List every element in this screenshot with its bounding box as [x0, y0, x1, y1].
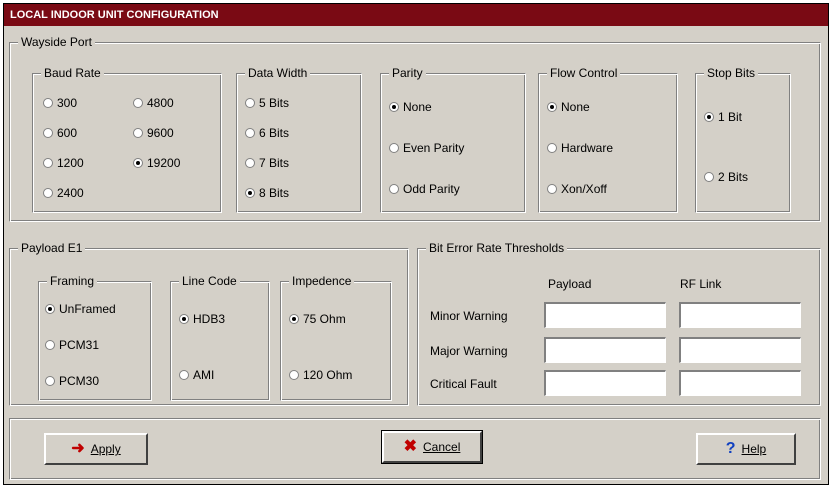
stop-bits-title: Stop Bits — [704, 66, 759, 80]
framing-radio-unframed[interactable]: UnFramed — [45, 302, 116, 316]
framing-radio-pcm31[interactable]: PCM31 — [45, 338, 99, 352]
ber-col-rflink: RF Link — [680, 277, 722, 291]
radio-circle — [245, 158, 255, 168]
payload-e1-group: Payload E1 Framing UnFramed PCM31 PCM30 … — [9, 241, 409, 406]
data-width-radio-8[interactable]: 8 Bits — [245, 186, 289, 200]
radio-circle — [43, 128, 53, 138]
impedance-title: Impedence — [289, 274, 355, 288]
parity-radio-even[interactable]: Even Parity — [389, 141, 464, 155]
radio-circle — [547, 143, 557, 153]
radio-circle — [133, 98, 143, 108]
ber-thresholds-title: Bit Error Rate Thresholds — [426, 241, 568, 255]
payload-e1-title: Payload E1 — [18, 241, 86, 255]
radio-circle-selected — [45, 304, 55, 314]
line-code-group: Line Code HDB3 AMI — [170, 274, 270, 401]
x-icon: ✖ — [403, 438, 418, 455]
flow-control-title: Flow Control — [547, 66, 621, 80]
radio-circle — [43, 98, 53, 108]
apply-arrow-icon: ➜ — [71, 440, 85, 457]
critical-fault-rflink-input[interactable] — [679, 370, 801, 396]
apply-label: Apply — [90, 442, 121, 456]
line-code-title: Line Code — [179, 274, 240, 288]
minor-warning-rflink-input[interactable] — [679, 302, 801, 328]
baud-radio-2400[interactable]: 2400 — [43, 186, 84, 200]
ber-row-label: Minor Warning — [430, 309, 508, 323]
baud-radio-19200[interactable]: 19200 — [133, 156, 180, 170]
cancel-label: Cancel — [423, 440, 461, 454]
baud-radio-600[interactable]: 600 — [43, 126, 77, 140]
critical-fault-payload-input[interactable] — [544, 370, 666, 396]
flow-radio-none[interactable]: None — [547, 100, 590, 114]
radio-circle-selected — [179, 314, 189, 324]
parity-title: Parity — [389, 66, 426, 80]
impedance-group: Impedence 75 Ohm 120 Ohm — [280, 274, 392, 401]
impedance-radio-120[interactable]: 120 Ohm — [289, 368, 352, 382]
baud-rate-group: Baud Rate 300 4800 600 9600 1200 19200 2… — [32, 66, 222, 213]
radio-circle — [547, 184, 557, 194]
data-width-title: Data Width — [245, 66, 311, 80]
radio-circle — [245, 98, 255, 108]
parity-radio-none[interactable]: None — [389, 100, 432, 114]
baud-rate-title: Baud Rate — [41, 66, 104, 80]
radio-circle — [289, 370, 299, 380]
ber-thresholds-group: Bit Error Rate Thresholds Payload RF Lin… — [417, 241, 821, 406]
config-window: LOCAL INDOOR UNIT CONFIGURATION Wayside … — [3, 3, 829, 485]
line-code-radio-ami[interactable]: AMI — [179, 368, 214, 382]
question-icon: ? — [725, 440, 736, 457]
data-width-radio-5[interactable]: 5 Bits — [245, 96, 289, 110]
help-button[interactable]: ? Help — [696, 433, 796, 465]
radio-circle-selected — [133, 158, 143, 168]
framing-title: Framing — [47, 274, 98, 288]
button-bar: ➜ Apply ✖ Cancel ? Help — [9, 418, 821, 480]
apply-button[interactable]: ➜ Apply — [44, 433, 148, 465]
major-warning-rflink-input[interactable] — [679, 337, 801, 363]
help-label: Help — [741, 442, 767, 456]
wayside-port-title: Wayside Port — [18, 35, 95, 49]
flow-radio-xonxoff[interactable]: Xon/Xoff — [547, 182, 607, 196]
radio-circle-selected — [289, 314, 299, 324]
framing-group: Framing UnFramed PCM31 PCM30 — [38, 274, 152, 401]
baud-radio-300[interactable]: 300 — [43, 96, 77, 110]
ber-col-payload: Payload — [548, 277, 592, 291]
cancel-button[interactable]: ✖ Cancel — [381, 430, 483, 464]
radio-circle-selected — [547, 102, 557, 112]
stop-bits-group: Stop Bits 1 Bit 2 Bits — [695, 66, 791, 213]
radio-circle — [389, 143, 399, 153]
radio-circle — [179, 370, 189, 380]
stop-bits-radio-1[interactable]: 1 Bit — [704, 110, 742, 124]
ber-row-label: Critical Fault — [430, 377, 497, 391]
major-warning-payload-input[interactable] — [544, 337, 666, 363]
flow-radio-hardware[interactable]: Hardware — [547, 141, 613, 155]
radio-circle — [45, 376, 55, 386]
impedance-radio-75[interactable]: 75 Ohm — [289, 312, 346, 326]
framing-radio-pcm30[interactable]: PCM30 — [45, 374, 99, 388]
radio-circle-selected — [245, 188, 255, 198]
radio-circle — [704, 172, 714, 182]
radio-circle-selected — [389, 102, 399, 112]
data-width-radio-7[interactable]: 7 Bits — [245, 156, 289, 170]
title-bar: LOCAL INDOOR UNIT CONFIGURATION — [4, 4, 828, 26]
radio-circle — [43, 158, 53, 168]
radio-circle — [45, 340, 55, 350]
radio-circle-selected — [704, 112, 714, 122]
radio-circle — [245, 128, 255, 138]
flow-control-group: Flow Control None Hardware Xon/Xoff — [538, 66, 678, 213]
baud-radio-9600[interactable]: 9600 — [133, 126, 174, 140]
radio-circle — [389, 184, 399, 194]
parity-group: Parity None Even Parity Odd Parity — [380, 66, 526, 213]
baud-radio-1200[interactable]: 1200 — [43, 156, 84, 170]
ber-row-label: Major Warning — [430, 344, 508, 358]
data-width-radio-6[interactable]: 6 Bits — [245, 126, 289, 140]
parity-radio-odd[interactable]: Odd Parity — [389, 182, 460, 196]
radio-circle — [133, 128, 143, 138]
radio-circle — [43, 188, 53, 198]
wayside-port-group: Wayside Port Baud Rate 300 4800 600 9600… — [9, 35, 821, 222]
line-code-radio-hdb3[interactable]: HDB3 — [179, 312, 225, 326]
baud-radio-4800[interactable]: 4800 — [133, 96, 174, 110]
stop-bits-radio-2[interactable]: 2 Bits — [704, 170, 748, 184]
data-width-group: Data Width 5 Bits 6 Bits 7 Bits 8 Bits — [236, 66, 362, 213]
minor-warning-payload-input[interactable] — [544, 302, 666, 328]
